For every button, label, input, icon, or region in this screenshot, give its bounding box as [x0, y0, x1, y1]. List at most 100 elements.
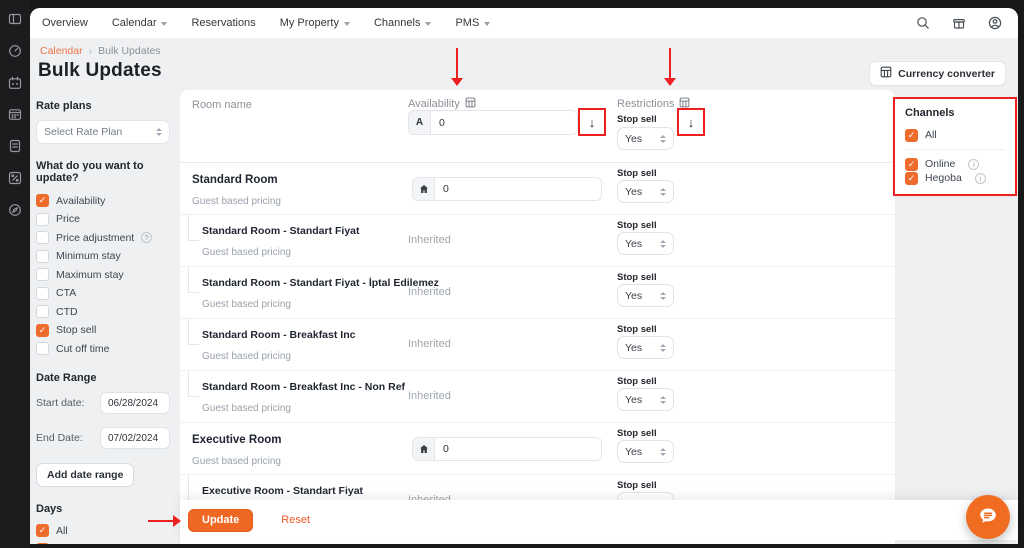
info-icon[interactable]	[975, 173, 986, 184]
nav-item[interactable]: Calendar	[112, 17, 168, 29]
search-icon[interactable]	[916, 16, 930, 30]
checkbox[interactable]	[36, 305, 49, 318]
notes-icon[interactable]	[8, 139, 22, 153]
start-date-label: Start date:	[36, 397, 84, 409]
info-icon[interactable]	[968, 159, 979, 170]
end-date-input[interactable]	[100, 427, 170, 449]
update-option[interactable]: Stop sell	[36, 324, 170, 337]
checkbox[interactable]	[905, 129, 918, 142]
update-option[interactable]: Minimum stay	[36, 250, 170, 263]
panel-icon[interactable]	[8, 12, 22, 26]
bulk-stop-sell-select[interactable]: Yes	[617, 127, 674, 150]
add-date-range-button[interactable]: Add date range	[36, 463, 134, 487]
availability-inherited-label: Inherited	[408, 286, 451, 298]
update-option[interactable]: Price	[36, 213, 170, 226]
stop-sell-label: Stop sell	[617, 428, 657, 439]
stop-sell-select[interactable]: Yes	[617, 388, 674, 411]
day-option[interactable]: Sunday	[36, 543, 170, 545]
checkbox[interactable]	[36, 213, 49, 226]
grid-calendar-icon[interactable]	[8, 107, 22, 121]
update-button[interactable]: Update	[188, 509, 253, 532]
house-icon	[413, 178, 435, 200]
update-option-label: CTD	[56, 306, 78, 318]
day-option[interactable]: All	[36, 524, 170, 537]
stop-sell-select[interactable]: Yes	[617, 284, 674, 307]
pricing-model-label: Guest based pricing	[192, 196, 281, 207]
room-availability-input[interactable]	[435, 438, 601, 460]
gift-icon[interactable]	[952, 16, 966, 30]
checkbox[interactable]	[36, 543, 49, 545]
bulk-availability-input[interactable]	[431, 111, 577, 134]
stop-sell-value: Yes	[625, 394, 642, 406]
availability-input-group	[412, 437, 602, 461]
stop-sell-select[interactable]: Yes	[617, 232, 674, 255]
checkbox[interactable]	[36, 324, 49, 337]
availability-inherited-label: Inherited	[408, 338, 451, 350]
room-name-column-header: Room name	[192, 99, 252, 111]
checkbox[interactable]	[36, 287, 49, 300]
select-chevrons-icon	[156, 128, 162, 136]
channels-icon[interactable]	[8, 171, 22, 185]
stop-sell-select[interactable]: Yes	[617, 180, 674, 203]
checkbox[interactable]	[36, 342, 49, 355]
select-chevrons-icon	[660, 396, 666, 404]
update-option[interactable]: Availability	[36, 194, 170, 207]
account-icon[interactable]	[988, 16, 1002, 30]
checkbox[interactable]	[36, 524, 49, 537]
calendar-icon[interactable]	[8, 76, 22, 90]
table-header: Room name Availability A ↓ Restrictions …	[180, 90, 895, 163]
chat-support-button[interactable]	[966, 495, 1010, 539]
nav-item[interactable]: PMS	[455, 17, 490, 29]
breadcrumb-calendar-link[interactable]: Calendar	[40, 45, 83, 57]
nav-item[interactable]: Overview	[42, 17, 88, 29]
checkbox[interactable]	[36, 268, 49, 281]
nav-item[interactable]: Channels	[374, 17, 431, 29]
stop-sell-select[interactable]: Yes	[617, 440, 674, 463]
help-icon[interactable]	[141, 232, 152, 243]
update-option[interactable]: CTA	[36, 287, 170, 300]
update-option-label: Price	[56, 213, 80, 225]
apply-availability-down-button[interactable]: ↓	[589, 116, 596, 129]
select-chevrons-icon	[660, 188, 666, 196]
nav-item[interactable]: Reservations	[191, 17, 255, 29]
nav-item-label: Reservations	[191, 17, 255, 29]
stop-sell-select[interactable]: Yes	[617, 336, 674, 359]
update-option[interactable]: Price adjustment	[36, 231, 170, 244]
rate-plan-select[interactable]: Select Rate Plan	[36, 120, 170, 144]
channels-heading: Channels	[905, 107, 1005, 119]
select-chevrons-icon	[660, 448, 666, 456]
update-option[interactable]: Cut off time	[36, 342, 170, 355]
room-availability-input[interactable]	[435, 178, 601, 200]
tree-connector	[188, 319, 199, 345]
dashboard-icon[interactable]	[8, 44, 22, 58]
channel-option[interactable]: Hegoba	[905, 171, 1005, 185]
apply-restrictions-down-button[interactable]: ↓	[688, 116, 695, 129]
pricing-model-label: Guest based pricing	[202, 299, 402, 310]
channel-option[interactable]: Online	[905, 157, 1005, 171]
nav-item[interactable]: My Property	[280, 17, 350, 29]
tree-connector	[188, 215, 199, 241]
checkbox[interactable]	[905, 172, 918, 185]
house-icon	[413, 438, 435, 460]
channel-option[interactable]: All	[905, 128, 1005, 142]
checkbox[interactable]	[36, 231, 49, 244]
currency-converter-label: Currency converter	[898, 68, 995, 80]
checkbox[interactable]	[36, 194, 49, 207]
update-option[interactable]: Maximum stay	[36, 268, 170, 281]
start-date-input[interactable]	[100, 392, 170, 414]
rate-plan-select-value: Select Rate Plan	[44, 126, 122, 138]
nav-item-label: Channels	[374, 17, 420, 29]
channel-label: Hegoba	[925, 172, 962, 184]
chevron-down-icon	[344, 22, 350, 26]
checkbox[interactable]	[905, 158, 918, 171]
annotation-arrow-restrictions	[663, 48, 677, 88]
checkbox[interactable]	[36, 250, 49, 263]
update-option[interactable]: CTD	[36, 305, 170, 318]
channels-panel: Channels All	[893, 97, 1017, 196]
compass-icon[interactable]	[8, 203, 22, 217]
stop-sell-value: Yes	[625, 186, 642, 198]
select-chevrons-icon	[660, 344, 666, 352]
reset-button[interactable]: Reset	[281, 514, 310, 526]
availability-input-group	[412, 177, 602, 201]
currency-converter-button[interactable]: Currency converter	[869, 61, 1006, 86]
